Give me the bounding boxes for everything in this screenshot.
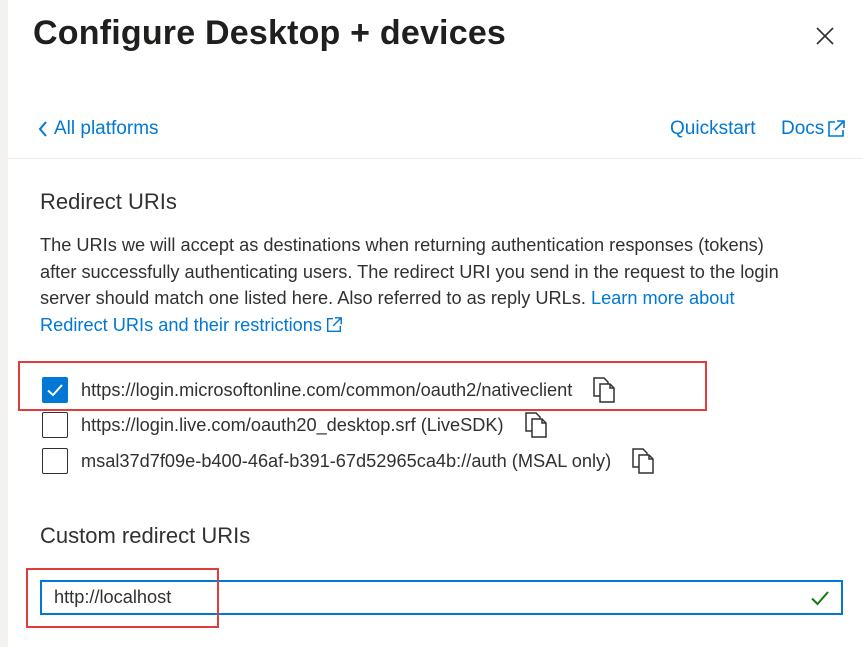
external-link-icon (326, 316, 342, 332)
external-link-icon (828, 120, 846, 137)
chevron-left-icon (38, 121, 47, 137)
redirect-uris-heading: Redirect URIs (40, 189, 177, 214)
custom-redirect-uris-heading: Custom redirect URIs (40, 523, 251, 548)
all-platforms-link[interactable]: All platforms (38, 118, 159, 140)
redirect-uri-checkbox[interactable] (42, 412, 68, 438)
redirect-uri-option: https://login.live.com/oauth20_desktop.s… (42, 411, 550, 439)
docs-label: Docs (781, 118, 825, 139)
valid-check-icon (809, 586, 833, 610)
background-page-edge (0, 0, 8, 647)
close-button[interactable] (811, 22, 839, 50)
close-icon (816, 27, 834, 45)
docs-link[interactable]: Docs (781, 118, 846, 140)
redirect-uri-label: https://login.live.com/oauth20_desktop.s… (81, 414, 504, 435)
copy-button[interactable] (524, 411, 550, 439)
copy-icon (632, 448, 654, 474)
annotation-highlight-box (18, 361, 707, 411)
redirect-uris-description: The URIs we will accept as destinations … (40, 232, 800, 338)
redirect-uri-option: msal37d7f09e-b400-46af-b391-67d52965ca4b… (42, 447, 657, 475)
all-platforms-label: All platforms (54, 118, 159, 139)
annotation-highlight-box (26, 568, 219, 628)
redirect-uri-label: msal37d7f09e-b400-46af-b391-67d52965ca4b… (81, 450, 612, 471)
copy-button[interactable] (631, 447, 657, 475)
configure-platform-panel: Configure Desktop + devices All platform… (8, 0, 863, 647)
header-divider (8, 158, 863, 159)
quickstart-link[interactable]: Quickstart (670, 118, 756, 140)
redirect-uri-checkbox[interactable] (42, 448, 68, 474)
panel-title: Configure Desktop + devices (33, 14, 507, 52)
panel-nav: All platforms Quickstart Docs (8, 118, 863, 148)
copy-icon (524, 412, 547, 438)
